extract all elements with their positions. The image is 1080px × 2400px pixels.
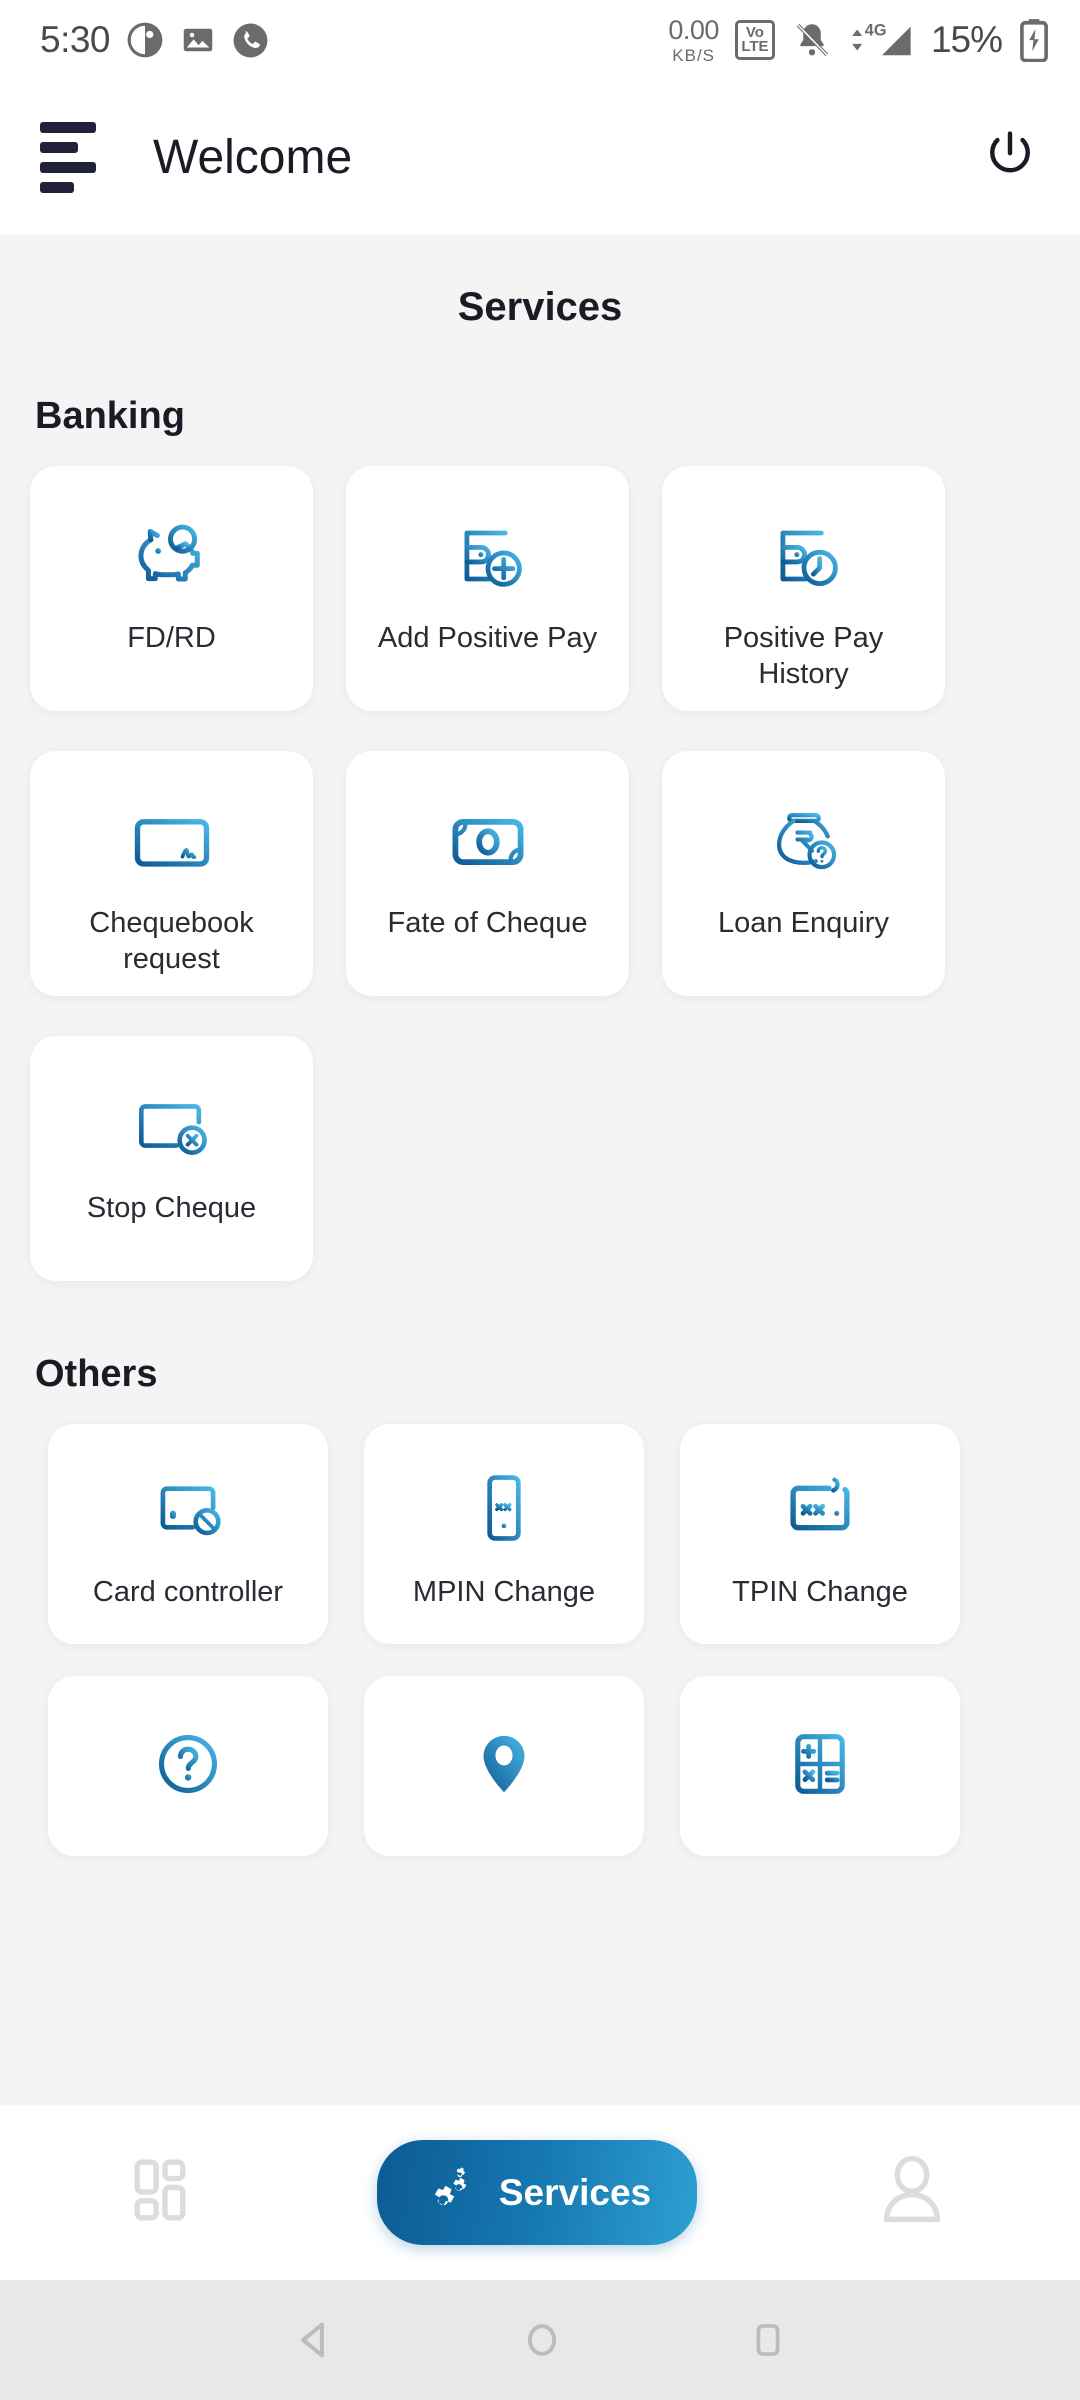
- gears-icon: [423, 2164, 475, 2221]
- app-notification-icon: [126, 21, 164, 59]
- service-card-label: Add Positive Pay: [377, 622, 598, 654]
- battery-percent: 15%: [930, 19, 1003, 60]
- volte-icon: Vo LTE: [734, 20, 775, 60]
- service-card-stop-cheque[interactable]: Stop Cheque: [30, 1036, 313, 1281]
- services-content[interactable]: Services Banking FD/RD Add Positive Pay …: [0, 235, 1080, 2105]
- data-rate-indicator: 0.00 KB/S: [668, 14, 719, 65]
- service-card-add-positive-pay[interactable]: Add Positive Pay: [346, 466, 629, 711]
- status-bar-right: 0.00 KB/S Vo LTE 4G 15%: [668, 14, 1050, 65]
- section-title-others: Others: [35, 1353, 158, 1395]
- phone-screen: 5:30 0.00 KB/S Vo LTE 4G 15% Welcome Ser…: [0, 0, 1080, 2400]
- banknote-icon: [442, 795, 534, 887]
- location-pin-icon: [463, 1718, 545, 1810]
- home-circle-icon[interactable]: [516, 2314, 568, 2366]
- back-triangle-icon[interactable]: [287, 2313, 341, 2367]
- dashboard-grid-icon: [127, 2152, 203, 2233]
- banking-grid: FD/RD Add Positive Pay Positive Pay Hist…: [0, 466, 1080, 1281]
- battery-charging-icon: [1018, 18, 1050, 62]
- nav-services-label: Services: [498, 2171, 652, 2213]
- others-grid: Card controller MPIN Change TPIN Change: [0, 1424, 1080, 1856]
- money-bag-question-icon: [758, 795, 850, 887]
- power-icon[interactable]: [982, 127, 1038, 188]
- service-card-label: MPIN Change: [412, 1576, 596, 1608]
- recents-square-icon[interactable]: [743, 2315, 793, 2365]
- status-bar: 5:30 0.00 KB/S Vo LTE 4G 15%: [0, 0, 1080, 80]
- wallet-plus-icon: [442, 510, 534, 602]
- service-card-positive-pay-history[interactable]: Positive Pay History: [662, 466, 945, 711]
- service-card-label: Fate of Cheque: [387, 907, 588, 939]
- bell-muted-icon: [791, 19, 833, 61]
- service-card-label: Positive Pay History: [723, 622, 884, 691]
- service-card-fate-of-cheque[interactable]: Fate of Cheque: [346, 751, 629, 996]
- services-heading: Services: [457, 285, 623, 329]
- service-card-help[interactable]: [48, 1676, 328, 1856]
- service-card-tpin-change[interactable]: TPIN Change: [680, 1424, 960, 1644]
- cheque-signature-icon: [126, 795, 218, 887]
- app-bar: Welcome: [0, 80, 1080, 235]
- service-card-mpin-change[interactable]: MPIN Change: [364, 1424, 644, 1644]
- status-bar-left: 5:30: [40, 19, 269, 61]
- service-card-locate-us[interactable]: [364, 1676, 644, 1856]
- hamburger-bar: [40, 122, 96, 133]
- bottom-navigation: Services: [0, 2105, 1080, 2280]
- section-title-banking: Banking: [35, 395, 185, 437]
- hamburger-bar: [40, 162, 96, 173]
- service-card-card-controller[interactable]: Card controller: [48, 1424, 328, 1644]
- service-card-fd-rd[interactable]: FD/RD: [30, 466, 313, 711]
- nav-services-active[interactable]: Services: [376, 2140, 698, 2245]
- mobile-pin-icon: [461, 1462, 547, 1554]
- hamburger-bar: [40, 182, 74, 193]
- nav-dashboard[interactable]: [127, 2152, 203, 2233]
- data-rate-unit: KB/S: [672, 45, 716, 65]
- wallet-clock-icon: [758, 510, 850, 602]
- help-question-icon: [147, 1718, 229, 1810]
- hamburger-menu-icon[interactable]: [40, 122, 96, 193]
- card-blocked-icon: [145, 1462, 231, 1554]
- android-navigation-bar: [0, 2280, 1080, 2400]
- service-card-label: Loan Enquiry: [718, 907, 889, 939]
- phone-call-icon: [232, 22, 269, 59]
- service-card-label: Card controller: [92, 1576, 284, 1608]
- profile-person-icon: [871, 2149, 953, 2236]
- cheque-cancel-icon: [126, 1080, 218, 1172]
- volte-bottom-text: LTE: [741, 38, 769, 55]
- service-card-label: FD/RD: [127, 622, 216, 654]
- service-card-label: Chequebook request: [89, 907, 254, 976]
- service-card-chequebook-request[interactable]: Chequebook request: [30, 751, 313, 996]
- service-card-calculator[interactable]: [680, 1676, 960, 1856]
- status-time: 5:30: [40, 19, 111, 60]
- gallery-icon: [180, 22, 216, 58]
- network-signal-icon: 4G: [849, 19, 915, 61]
- service-card-loan-enquiry[interactable]: Loan Enquiry: [662, 751, 945, 996]
- data-rate-value: 0.00: [668, 14, 719, 45]
- svg-text:4G: 4G: [865, 21, 887, 39]
- hamburger-bar: [40, 142, 78, 153]
- service-card-label: TPIN Change: [732, 1576, 908, 1608]
- piggy-bank-icon: [126, 510, 218, 602]
- nav-profile[interactable]: [871, 2149, 953, 2236]
- calculator-icon: [779, 1718, 861, 1810]
- service-card-label: Stop Cheque: [86, 1192, 257, 1224]
- telephone-pin-icon: [777, 1462, 863, 1554]
- page-title: Welcome: [153, 131, 353, 184]
